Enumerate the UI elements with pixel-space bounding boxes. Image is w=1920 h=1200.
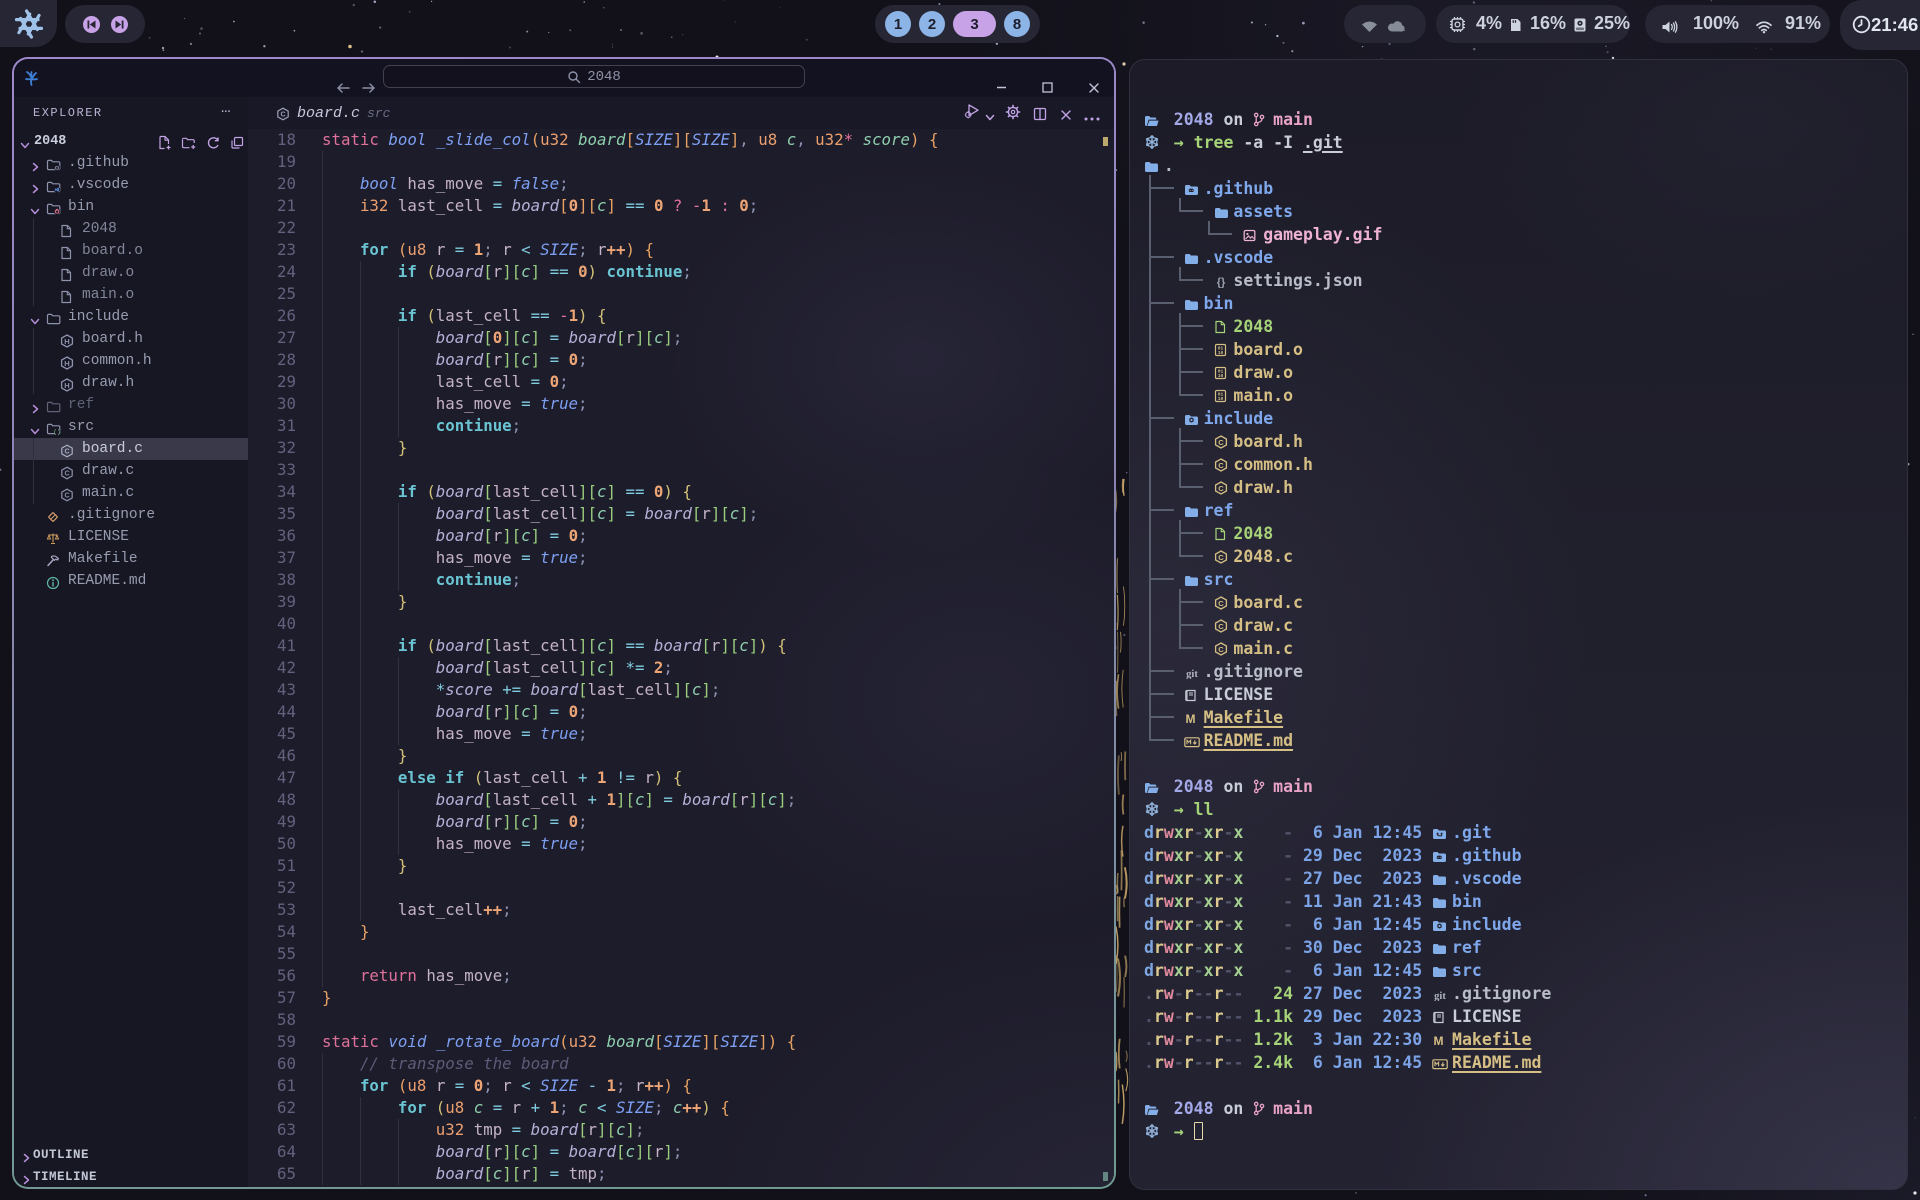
svg-text:C: C bbox=[64, 470, 69, 477]
svg-text:C: C bbox=[64, 492, 69, 499]
svg-text:(): () bbox=[53, 429, 60, 435]
svg-text:C: C bbox=[64, 448, 69, 455]
svg-text:C: C bbox=[1218, 621, 1224, 630]
svg-text:H: H bbox=[64, 359, 69, 368]
svg-text:C: C bbox=[1218, 552, 1224, 561]
svg-text:H: H bbox=[64, 381, 69, 390]
svg-text:M: M bbox=[1434, 1034, 1444, 1047]
svg-text:git: git bbox=[1186, 669, 1198, 679]
svg-text:10: 10 bbox=[1217, 350, 1223, 356]
svg-text:C: C bbox=[1218, 460, 1224, 469]
svg-text:{}: {} bbox=[1216, 276, 1225, 288]
svg-text:C: C bbox=[280, 111, 285, 118]
svg-text:10: 10 bbox=[1217, 396, 1223, 402]
svg-text:C: C bbox=[1218, 598, 1224, 607]
svg-text:C: C bbox=[1218, 437, 1224, 446]
svg-text:git: git bbox=[1434, 991, 1446, 1001]
svg-text:C: C bbox=[1218, 644, 1224, 653]
svg-text:C: C bbox=[1218, 483, 1224, 492]
svg-text:10: 10 bbox=[1217, 373, 1223, 379]
svg-text:H: H bbox=[64, 337, 69, 346]
svg-text:M: M bbox=[1185, 712, 1195, 725]
